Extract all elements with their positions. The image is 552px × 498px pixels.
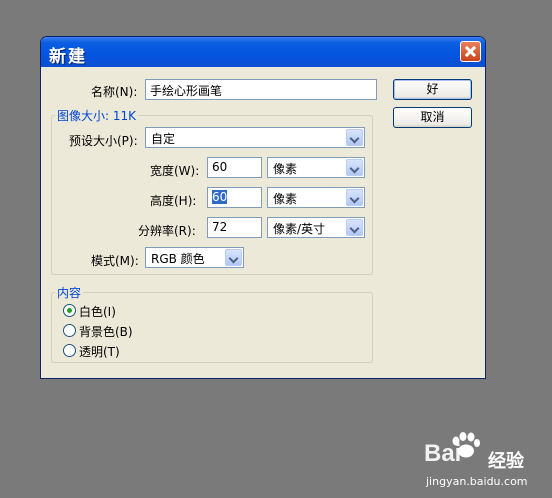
chevron-down-icon[interactable] bbox=[346, 189, 363, 206]
name-label: 名称(N): bbox=[91, 85, 138, 99]
width-unit-value: 像素 bbox=[273, 162, 298, 176]
radio-white[interactable] bbox=[63, 304, 76, 317]
preset-select[interactable]: 自定 bbox=[145, 127, 365, 148]
width-input[interactable]: 60 bbox=[207, 157, 262, 178]
preset-label: 预设大小(P): bbox=[69, 134, 138, 148]
radio-white-label[interactable]: 白色(I) bbox=[79, 303, 116, 320]
resolution-label: 分辨率(R): bbox=[138, 224, 196, 238]
width-label: 宽度(W): bbox=[150, 164, 200, 178]
mode-label: 模式(M): bbox=[91, 254, 139, 268]
resolution-input[interactable]: 72 bbox=[207, 217, 262, 238]
new-document-dialog: 新建 名称(N): 手绘心形画笔 好 取消 图像大小: 11K 预设大小(P):… bbox=[40, 36, 486, 379]
radio-background-label[interactable]: 背景色(B) bbox=[79, 323, 133, 340]
chevron-down-icon[interactable] bbox=[346, 159, 363, 176]
watermark-url: jingyan.baidu.com bbox=[426, 475, 528, 488]
title-bar[interactable]: 新建 bbox=[41, 37, 485, 67]
watermark-brand-suffix: 经验 bbox=[488, 451, 524, 472]
preset-value: 自定 bbox=[151, 132, 176, 146]
radio-transparent[interactable] bbox=[63, 344, 76, 357]
height-unit-value: 像素 bbox=[273, 192, 298, 206]
height-value-selected: 60 bbox=[212, 190, 228, 204]
cancel-button[interactable]: 取消 bbox=[393, 107, 472, 128]
name-input[interactable]: 手绘心形画笔 bbox=[145, 79, 377, 100]
radio-background[interactable] bbox=[63, 324, 76, 337]
resolution-unit-value: 像素/英寸 bbox=[273, 222, 326, 236]
height-label: 高度(H): bbox=[150, 194, 197, 208]
dialog-title: 新建 bbox=[49, 47, 87, 67]
mode-select[interactable]: RGB 颜色 bbox=[145, 247, 244, 268]
width-unit-select[interactable]: 像素 bbox=[267, 157, 365, 178]
mode-value: RGB 颜色 bbox=[151, 252, 205, 266]
height-input[interactable]: 60 bbox=[207, 187, 262, 208]
ok-button[interactable]: 好 bbox=[393, 79, 472, 100]
watermark-brand: Bai bbox=[424, 440, 462, 467]
close-button[interactable] bbox=[460, 41, 481, 62]
contents-title: 内容 bbox=[55, 284, 84, 301]
height-unit-select[interactable]: 像素 bbox=[267, 187, 365, 208]
resolution-unit-select[interactable]: 像素/英寸 bbox=[267, 217, 365, 238]
radio-transparent-label[interactable]: 透明(T) bbox=[79, 343, 120, 360]
chevron-down-icon[interactable] bbox=[346, 129, 363, 146]
image-size-title: 图像大小: 11K bbox=[55, 107, 138, 124]
chevron-down-icon[interactable] bbox=[225, 249, 242, 266]
chevron-down-icon[interactable] bbox=[346, 219, 363, 236]
